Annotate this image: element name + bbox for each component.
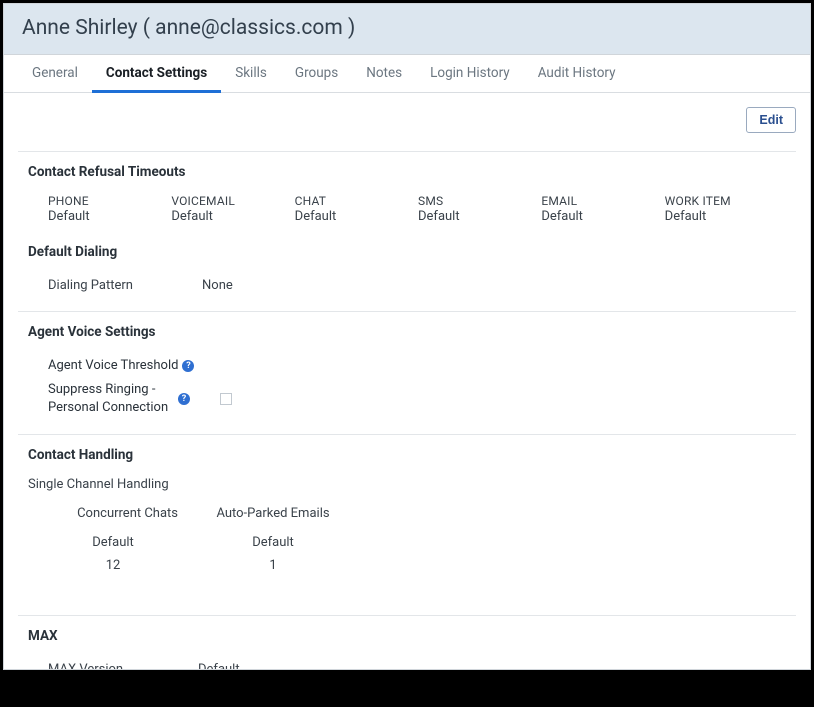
section-max: MAX MAX Version Default — [18, 615, 796, 670]
tab-bar: General Contact Settings Skills Groups N… — [4, 55, 810, 93]
help-icon[interactable]: ? — [182, 360, 194, 372]
refusal-value: Default — [418, 209, 541, 224]
dialing-pattern-value: None — [202, 278, 233, 293]
help-icon[interactable]: ? — [178, 393, 190, 405]
handling-header-chats: Concurrent Chats — [48, 506, 178, 521]
refusal-header: WORK ITEM — [665, 194, 788, 208]
max-version-value: Default — [198, 662, 240, 670]
suppress-ringing-checkbox[interactable] — [220, 393, 232, 405]
refusal-header: EMAIL — [541, 194, 664, 208]
dialing-pattern-row: Dialing Pattern None — [18, 274, 796, 297]
section-title-voice: Agent Voice Settings — [18, 324, 796, 340]
dialing-pattern-label: Dialing Pattern — [48, 278, 198, 293]
refusal-value: Default — [295, 209, 418, 224]
refusal-col-phone: PHONE Default — [48, 194, 171, 224]
refusal-header: CHAT — [295, 194, 418, 208]
voice-threshold-label: Agent Voice Threshold — [48, 358, 178, 373]
section-handling: Contact Handling Single Channel Handling… — [18, 434, 796, 595]
handling-cell: Default — [48, 535, 178, 550]
refusal-col-chat: CHAT Default — [295, 194, 418, 224]
tab-contact-settings[interactable]: Contact Settings — [92, 55, 221, 93]
max-version-row: MAX Version Default — [18, 658, 796, 670]
tab-audit-history[interactable]: Audit History — [524, 55, 630, 93]
section-voice: Agent Voice Settings Agent Voice Thresho… — [18, 311, 796, 434]
refusal-col-voicemail: VOICEMAIL Default — [171, 194, 294, 224]
suppress-ringing-label: Suppress Ringing - Personal Connection — [48, 381, 178, 416]
action-row: Edit — [18, 93, 796, 151]
refusal-grid: PHONE Default VOICEMAIL Default CHAT Def… — [18, 194, 796, 228]
refusal-col-workitem: WORK ITEM Default — [665, 194, 788, 224]
refusal-header: PHONE — [48, 194, 171, 208]
handling-cell: Default — [208, 535, 338, 550]
refusal-col-sms: SMS Default — [418, 194, 541, 224]
tab-general[interactable]: General — [18, 55, 92, 93]
max-version-label: MAX Version — [48, 662, 198, 670]
handling-cell: 12 — [48, 558, 178, 573]
refusal-value: Default — [48, 209, 171, 224]
section-refusal: Contact Refusal Timeouts PHONE Default V… — [18, 151, 796, 242]
handling-subtitle: Single Channel Handling — [18, 477, 796, 492]
handling-cell: 1 — [208, 558, 338, 573]
page-title: Anne Shirley ( anne@classics.com ) — [4, 4, 810, 55]
refusal-header: SMS — [418, 194, 541, 208]
handling-row-default: Default Default — [48, 535, 796, 550]
tab-notes[interactable]: Notes — [352, 55, 416, 93]
suppress-ringing-row: Suppress Ringing - Personal Connection ? — [18, 377, 796, 420]
handling-header-row: Concurrent Chats Auto-Parked Emails — [48, 506, 796, 521]
handling-table: Concurrent Chats Auto-Parked Emails Defa… — [18, 506, 796, 573]
handling-row-values: 12 1 — [48, 558, 796, 573]
section-title-handling: Contact Handling — [18, 447, 796, 463]
refusal-value: Default — [665, 209, 788, 224]
refusal-header: VOICEMAIL — [171, 194, 294, 208]
handling-header-emails: Auto-Parked Emails — [208, 506, 338, 521]
section-title-max: MAX — [18, 628, 796, 644]
refusal-value: Default — [171, 209, 294, 224]
settings-window: Anne Shirley ( anne@classics.com ) Gener… — [3, 3, 811, 670]
edit-button[interactable]: Edit — [746, 107, 796, 133]
tab-login-history[interactable]: Login History — [416, 55, 524, 93]
refusal-value: Default — [541, 209, 664, 224]
refusal-col-email: EMAIL Default — [541, 194, 664, 224]
content-area: Edit Contact Refusal Timeouts PHONE Defa… — [4, 93, 810, 670]
tab-groups[interactable]: Groups — [281, 55, 352, 93]
tab-skills[interactable]: Skills — [221, 55, 281, 93]
section-title-dialing: Default Dialing — [18, 244, 796, 260]
voice-threshold-row: Agent Voice Threshold ? — [18, 354, 796, 377]
section-title-refusal: Contact Refusal Timeouts — [18, 164, 796, 180]
section-dialing: Default Dialing Dialing Pattern None — [18, 242, 796, 311]
